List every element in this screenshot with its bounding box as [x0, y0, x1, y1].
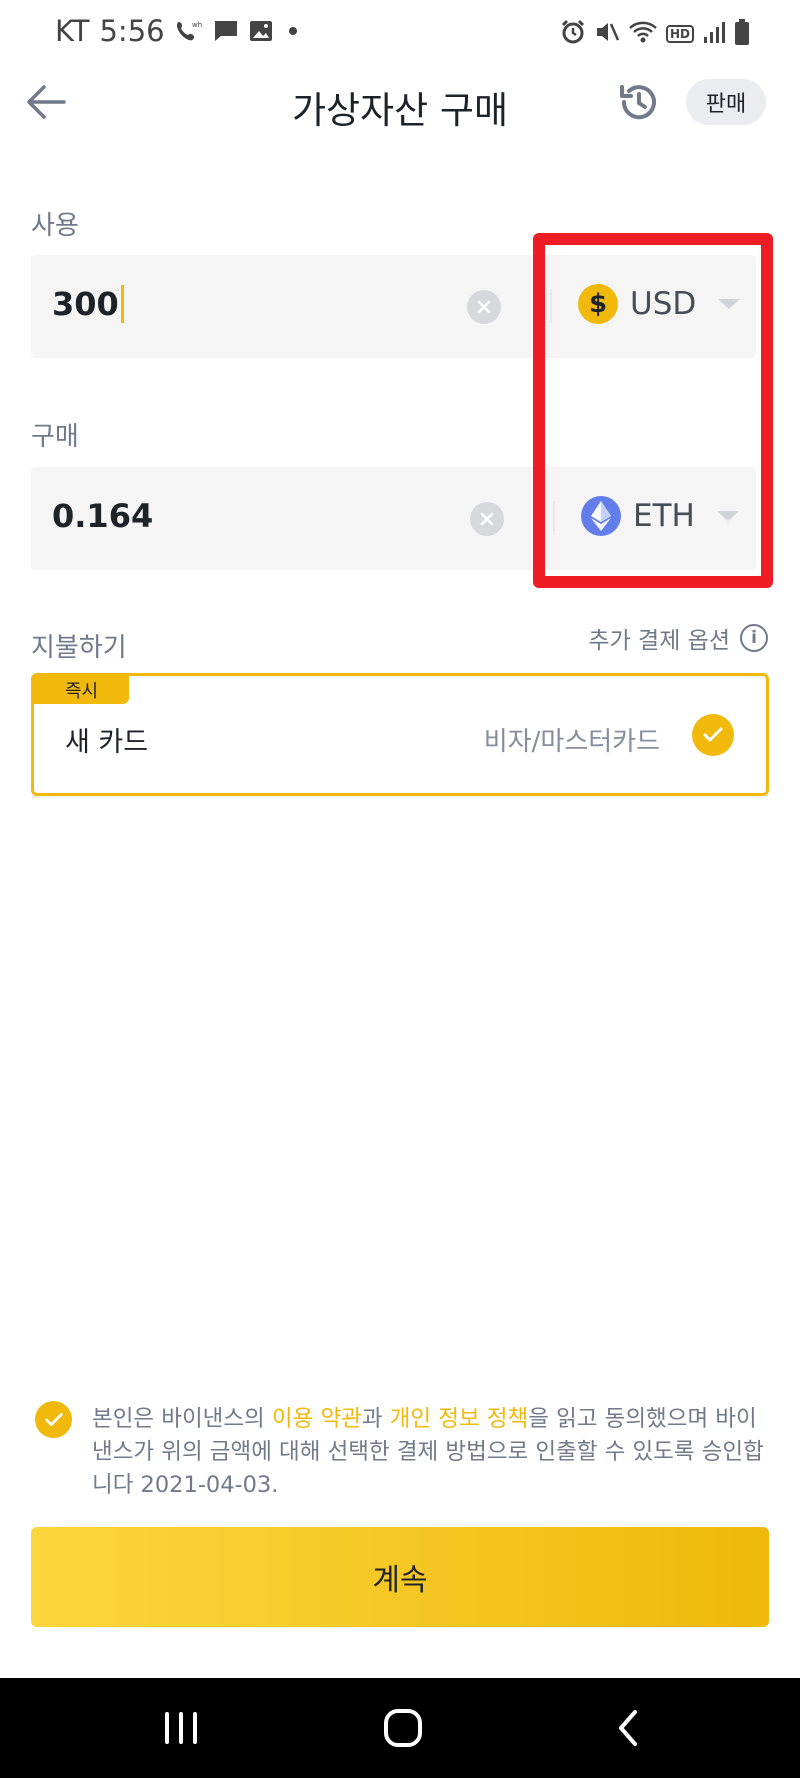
receive-label: 구매	[31, 422, 79, 452]
payment-method-types: 비자/마스터카드	[483, 727, 660, 757]
agreement-text: 본인은 바이낸스의 이용 약관과 개인 정보 정책을 읽고 동의했으며 바이낸스…	[92, 1403, 772, 1502]
divider	[553, 501, 555, 535]
svg-text:wh: wh	[192, 21, 202, 29]
chevron-down-icon	[718, 299, 741, 309]
system-back-button[interactable]	[598, 1700, 658, 1756]
more-payment-options-label: 추가 결제 옵션	[588, 628, 730, 654]
mute-icon	[594, 19, 620, 49]
receive-amount-value: 0.164	[52, 497, 154, 535]
recent-apps-button[interactable]	[151, 1700, 211, 1756]
payment-method-card[interactable]: 즉시 새 카드 비자/마스터카드	[31, 673, 769, 796]
page-title: 가상자산 구매	[291, 89, 508, 132]
eth-coin-icon	[581, 496, 621, 536]
privacy-policy-link[interactable]: 개인 정보 정책	[390, 1406, 529, 1432]
system-nav-bar	[0, 1678, 800, 1778]
sell-button[interactable]: 판매	[686, 79, 766, 125]
usd-coin-icon: $	[578, 284, 618, 324]
agreement-text-part1: 본인은 바이낸스의	[92, 1406, 272, 1432]
message-icon	[213, 19, 239, 43]
receive-amount-input[interactable]: 0.164	[52, 497, 153, 535]
history-button[interactable]	[614, 78, 662, 126]
carrier-label: KT	[55, 14, 90, 48]
status-bar: KT 5:56 wh HD	[0, 0, 800, 68]
continue-button[interactable]: 계속	[31, 1527, 769, 1627]
alarm-icon	[560, 19, 586, 49]
history-icon	[620, 85, 656, 120]
more-payment-options-link[interactable]: 추가 결제 옵션 i	[588, 621, 768, 655]
home-button[interactable]	[373, 1700, 433, 1756]
receive-input-row: 0.164 ETH	[31, 467, 756, 570]
divider	[550, 289, 552, 323]
dot-icon	[283, 21, 303, 41]
home-icon	[384, 1709, 422, 1747]
receive-currency-label: ETH	[633, 498, 695, 534]
wifi-call-icon: wh	[175, 18, 203, 44]
clear-spend-button[interactable]	[467, 290, 501, 324]
instant-badge: 즉시	[34, 676, 129, 704]
spend-label: 사용	[31, 211, 79, 241]
spend-currency-selector[interactable]: $ USD	[578, 284, 741, 324]
terms-link[interactable]: 이용 약관	[272, 1406, 362, 1432]
chevron-left-icon	[619, 1710, 637, 1746]
wifi-icon	[628, 19, 658, 49]
status-right: HD	[560, 18, 750, 50]
recent-apps-icon	[165, 1712, 197, 1744]
spend-amount-input[interactable]: 300	[52, 285, 124, 323]
payment-label: 지불하기	[31, 633, 127, 663]
spend-currency-label: USD	[630, 286, 697, 322]
text-caret	[120, 285, 124, 323]
clear-receive-button[interactable]	[470, 502, 504, 536]
usd-coin-symbol: $	[588, 289, 608, 319]
chevron-down-icon	[716, 511, 739, 521]
close-icon	[480, 512, 494, 526]
clock: 5:56	[99, 14, 165, 48]
hd-icon: HD	[665, 25, 694, 43]
info-icon: i	[740, 624, 768, 652]
gallery-icon	[249, 19, 273, 43]
status-left: KT 5:56 wh	[55, 14, 303, 48]
check-icon	[44, 1412, 63, 1426]
agreement-text-part2: 과	[361, 1406, 390, 1432]
close-icon	[477, 300, 491, 314]
spend-input-row: 300 $ USD	[31, 255, 756, 358]
battery-icon	[734, 18, 750, 50]
agreement-checkbox[interactable]	[35, 1401, 72, 1438]
payment-method-name: 새 카드	[65, 727, 149, 758]
receive-currency-selector[interactable]: ETH	[581, 496, 739, 536]
signal-icon	[702, 19, 726, 49]
selected-check-icon	[692, 714, 734, 756]
spend-amount-value: 300	[52, 285, 119, 323]
